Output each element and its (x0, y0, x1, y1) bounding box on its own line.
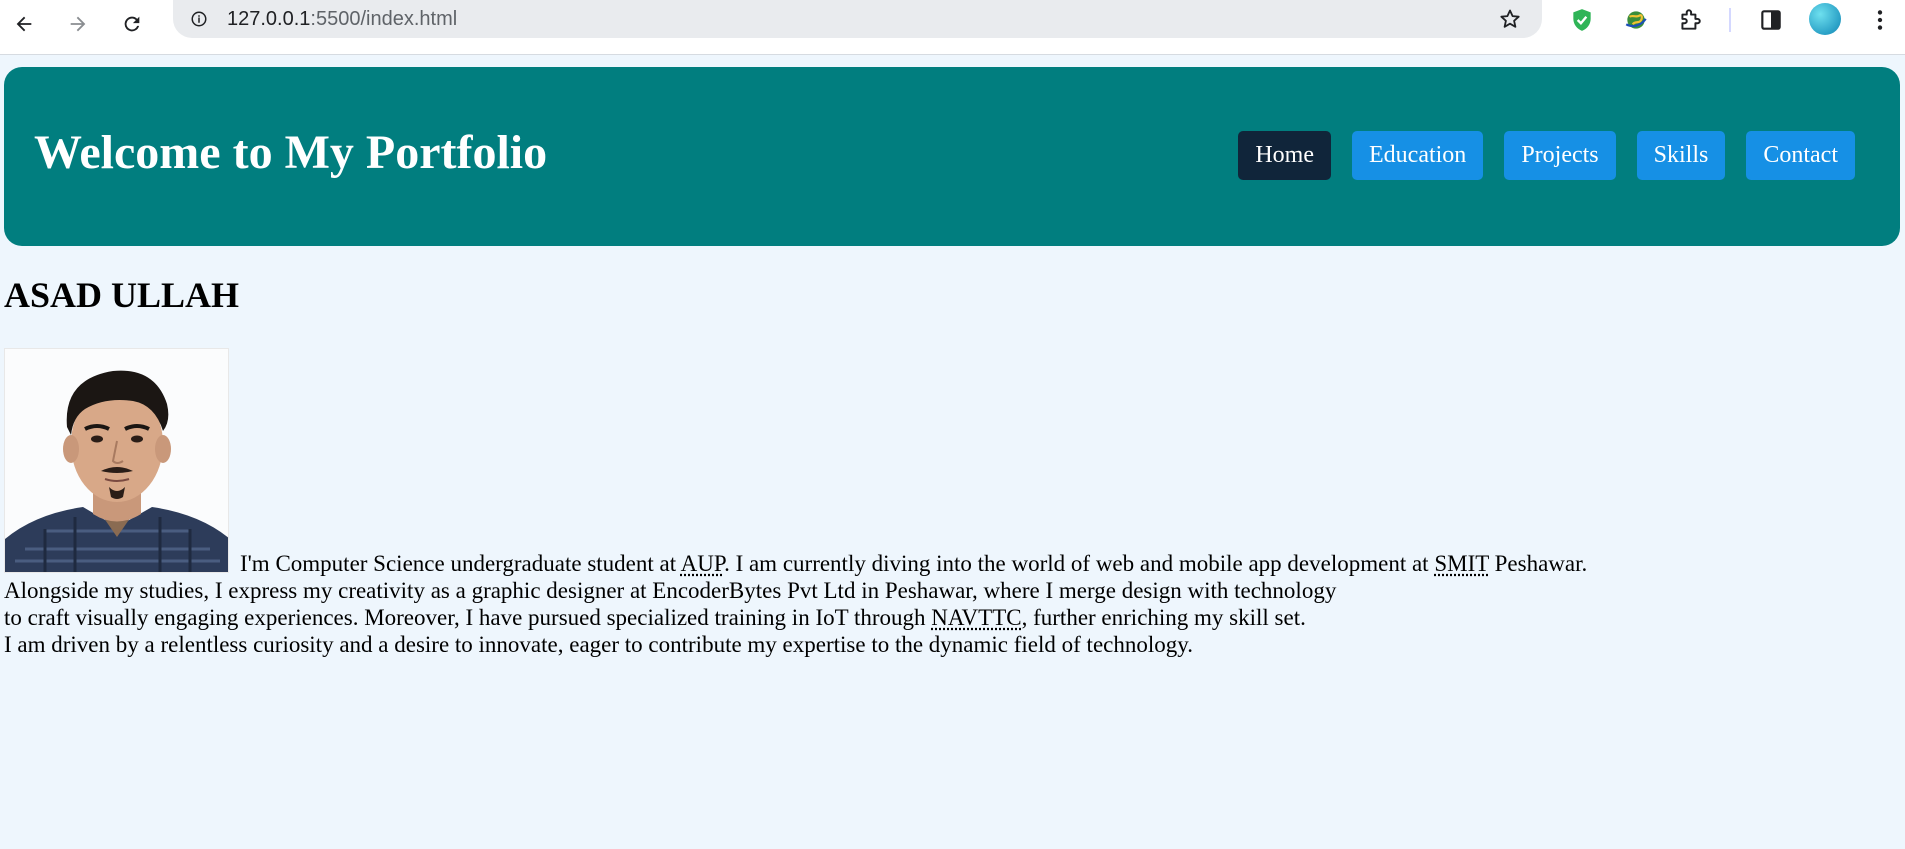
nav-skills[interactable]: Skills (1636, 131, 1726, 180)
arrow-left-icon (16, 16, 32, 32)
bio-text: I'm Computer Science undergraduate stude… (240, 551, 681, 576)
profile-photo (4, 348, 229, 573)
browser-menu-button[interactable] (1864, 4, 1896, 36)
kebab-menu-icon (1877, 10, 1883, 30)
abbr-aup: AUP (680, 551, 725, 576)
puzzle-icon (1681, 9, 1701, 30)
bio-text: Peshawar. (1488, 551, 1588, 576)
url-host: 127.0.0.1 (227, 7, 311, 30)
forward-button[interactable] (59, 5, 97, 43)
bio-line-2: Alongside my studies, I express my creat… (4, 578, 1337, 603)
nav-home[interactable]: Home (1238, 131, 1331, 180)
page-title: Welcome to My Portfolio (34, 126, 548, 179)
address-bar[interactable]: 127.0.0.1:5500/index.html (173, 0, 1542, 38)
browser-toolbar: 127.0.0.1:5500/index.html (0, 0, 1905, 55)
arrow-right-icon (70, 16, 86, 32)
side-panel-icon (1761, 10, 1781, 30)
bio-text: . I am currently diving into the world o… (724, 551, 1435, 576)
main-nav: Home Education Projects Skills Contact (1238, 131, 1855, 180)
bio-text: , further enriching my skill set. (1021, 605, 1306, 630)
toolbar-divider (1729, 8, 1731, 32)
shield-check-icon (1573, 9, 1591, 31)
side-panel-button[interactable] (1755, 4, 1787, 36)
site-info-button[interactable] (185, 5, 213, 33)
bio-line-1: I'm Computer Science undergraduate stude… (4, 550, 1884, 577)
reload-button[interactable] (113, 5, 151, 43)
info-icon (191, 11, 207, 27)
abbr-smit: SMIT (1434, 551, 1489, 576)
bookmark-button[interactable] (1496, 5, 1524, 33)
site-header: Welcome to My Portfolio Home Education P… (4, 67, 1900, 246)
avatar[interactable] (1809, 3, 1841, 35)
bio-line-4: I am driven by a relentless curiosity an… (4, 632, 1194, 657)
reload-icon (124, 16, 140, 32)
bio-paragraph: I'm Computer Science undergraduate stude… (4, 550, 1884, 658)
abbr-navttc: NAVTTC (931, 605, 1022, 630)
bio-text: to craft visually engaging experiences. … (4, 605, 932, 630)
nav-education[interactable]: Education (1352, 131, 1484, 180)
extensions-button[interactable] (1674, 4, 1706, 36)
url-path: :5500/index.html (310, 7, 458, 30)
url-text: 127.0.0.1:5500/index.html (227, 8, 457, 31)
extension-shield[interactable] (1566, 4, 1598, 36)
globe-icon (1625, 11, 1647, 29)
bio-line-3: to craft visually engaging experiences. … (4, 605, 1306, 630)
person-name: ASAD ULLAH (4, 275, 240, 315)
nav-projects[interactable]: Projects (1504, 131, 1616, 180)
extension-globe[interactable] (1620, 4, 1652, 36)
star-icon (1500, 9, 1520, 28)
nav-contact[interactable]: Contact (1746, 131, 1855, 180)
back-button[interactable] (5, 5, 43, 43)
